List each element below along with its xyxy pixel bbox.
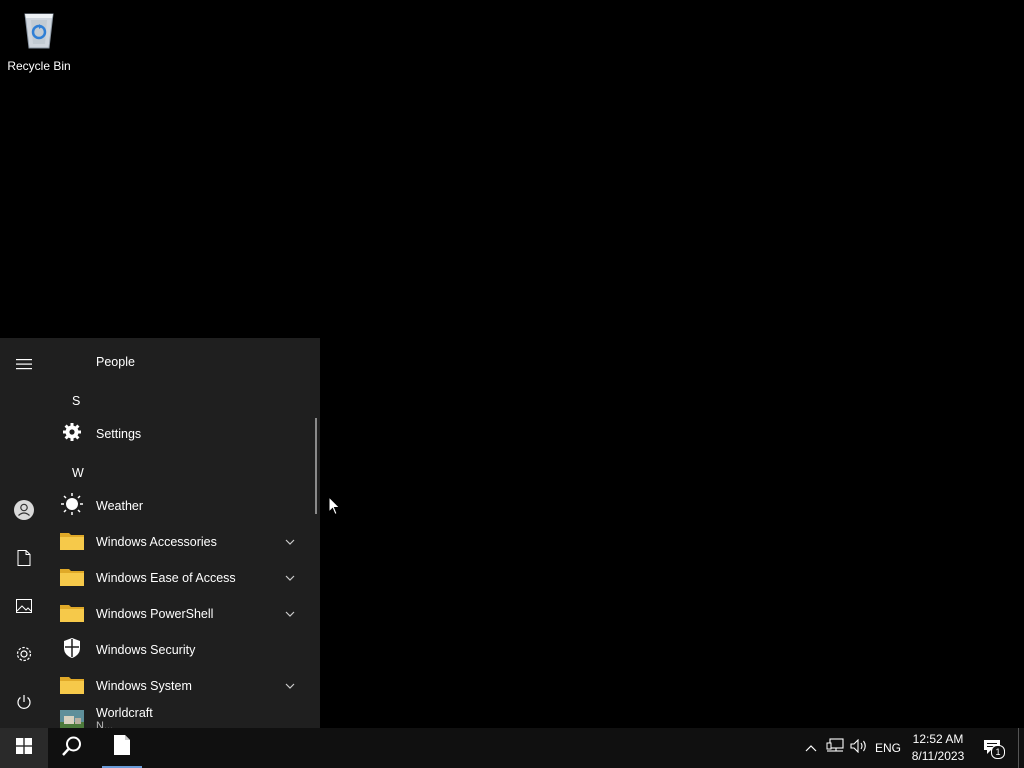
pictures-icon xyxy=(16,598,32,618)
volume-button[interactable] xyxy=(848,728,870,768)
clock-date: 8/11/2023 xyxy=(911,749,965,763)
app-folder-windows-ease-of-access[interactable]: Windows Ease of Access xyxy=(48,560,310,596)
chevron-down-icon[interactable] xyxy=(284,536,296,548)
account-button[interactable] xyxy=(0,488,48,536)
network-icon xyxy=(826,737,844,759)
app-sublabel: N... xyxy=(96,720,114,728)
app-label: Settings xyxy=(96,427,142,441)
app-label: Windows Security xyxy=(96,643,196,657)
app-label: Windows Accessories xyxy=(96,535,217,549)
speaker-icon xyxy=(850,738,868,758)
network-button[interactable] xyxy=(824,728,846,768)
app-folder-windows-accessories[interactable]: Windows Accessories xyxy=(48,524,310,560)
language-indicator: ENG xyxy=(874,741,901,755)
power-button[interactable] xyxy=(0,680,48,728)
hamburger-menu-icon xyxy=(16,357,32,375)
action-center-button[interactable]: 1 xyxy=(978,728,1008,768)
app-label: Windows PowerShell xyxy=(96,607,214,621)
chevron-down-icon[interactable] xyxy=(284,608,296,620)
pictures-button[interactable] xyxy=(0,584,48,632)
input-language-button[interactable]: ENG xyxy=(872,728,904,768)
notification-count-badge: 1 xyxy=(991,745,1005,759)
sun-icon xyxy=(60,492,84,521)
taskbar: ENG 12:52 AM 8/11/2023 1 xyxy=(0,728,1024,768)
clock-button[interactable]: 12:52 AM 8/11/2023 xyxy=(904,730,972,766)
gear-icon xyxy=(15,645,33,668)
recycle-bin-icon xyxy=(17,6,61,57)
app-folder-windows-powershell[interactable]: Windows PowerShell xyxy=(48,596,310,632)
app-label: People xyxy=(96,355,135,369)
app-item-windows-security[interactable]: Windows Security xyxy=(48,632,310,668)
search-icon xyxy=(61,735,83,762)
app-label: Windows Ease of Access xyxy=(96,571,236,585)
chevron-up-icon xyxy=(805,739,817,757)
chevron-down-icon[interactable] xyxy=(284,680,296,692)
app-item-people[interactable]: People xyxy=(48,344,310,380)
clock-time: 12:52 AM xyxy=(912,732,964,746)
app-label: Worldcraft xyxy=(96,706,153,720)
document-icon xyxy=(17,549,31,571)
start-menu: People S Settings W Weather Windows Acce… xyxy=(0,338,320,728)
notification-icon: 1 xyxy=(983,739,1005,759)
app-item-worldcraft[interactable]: Worldcraft N... xyxy=(48,704,310,728)
letter-header-w[interactable]: W xyxy=(72,466,84,480)
app-list: People S Settings W Weather Windows Acce… xyxy=(48,338,320,728)
app-list-scrollbar[interactable] xyxy=(315,418,317,514)
mouse-cursor-icon xyxy=(328,495,342,521)
app-item-settings[interactable]: Settings xyxy=(48,416,310,452)
app-label: Windows System xyxy=(96,679,192,693)
shield-icon xyxy=(62,637,82,664)
app-item-weather[interactable]: Weather xyxy=(48,488,310,524)
worldcraft-app-icon xyxy=(60,709,84,728)
people-icon xyxy=(48,344,96,380)
folder-icon xyxy=(60,674,84,699)
chevron-down-icon[interactable] xyxy=(284,572,296,584)
show-desktop-button[interactable] xyxy=(1018,728,1019,768)
folder-icon xyxy=(60,530,84,555)
start-menu-rail xyxy=(0,338,48,728)
search-button[interactable] xyxy=(48,728,96,768)
folder-icon xyxy=(60,602,84,627)
app-folder-windows-system[interactable]: Windows System xyxy=(48,668,310,704)
settings-button[interactable] xyxy=(0,632,48,680)
desktop-icon-recycle-bin[interactable]: Recycle Bin xyxy=(4,6,74,76)
file-icon xyxy=(114,734,130,760)
windows-start-icon xyxy=(16,737,32,759)
start-button[interactable] xyxy=(0,728,48,768)
taskbar-app-notepad[interactable] xyxy=(102,728,142,768)
app-label: Weather xyxy=(96,499,144,513)
user-account-icon xyxy=(13,499,35,526)
letter-header-s[interactable]: S xyxy=(72,394,80,408)
documents-button[interactable] xyxy=(0,536,48,584)
expand-menu-button[interactable] xyxy=(0,342,48,390)
show-hidden-icons-button[interactable] xyxy=(800,728,822,768)
folder-icon xyxy=(60,566,84,591)
power-icon xyxy=(16,694,32,715)
settings-gear-icon xyxy=(62,422,82,447)
desktop-icon-label: Recycle Bin xyxy=(7,59,71,73)
